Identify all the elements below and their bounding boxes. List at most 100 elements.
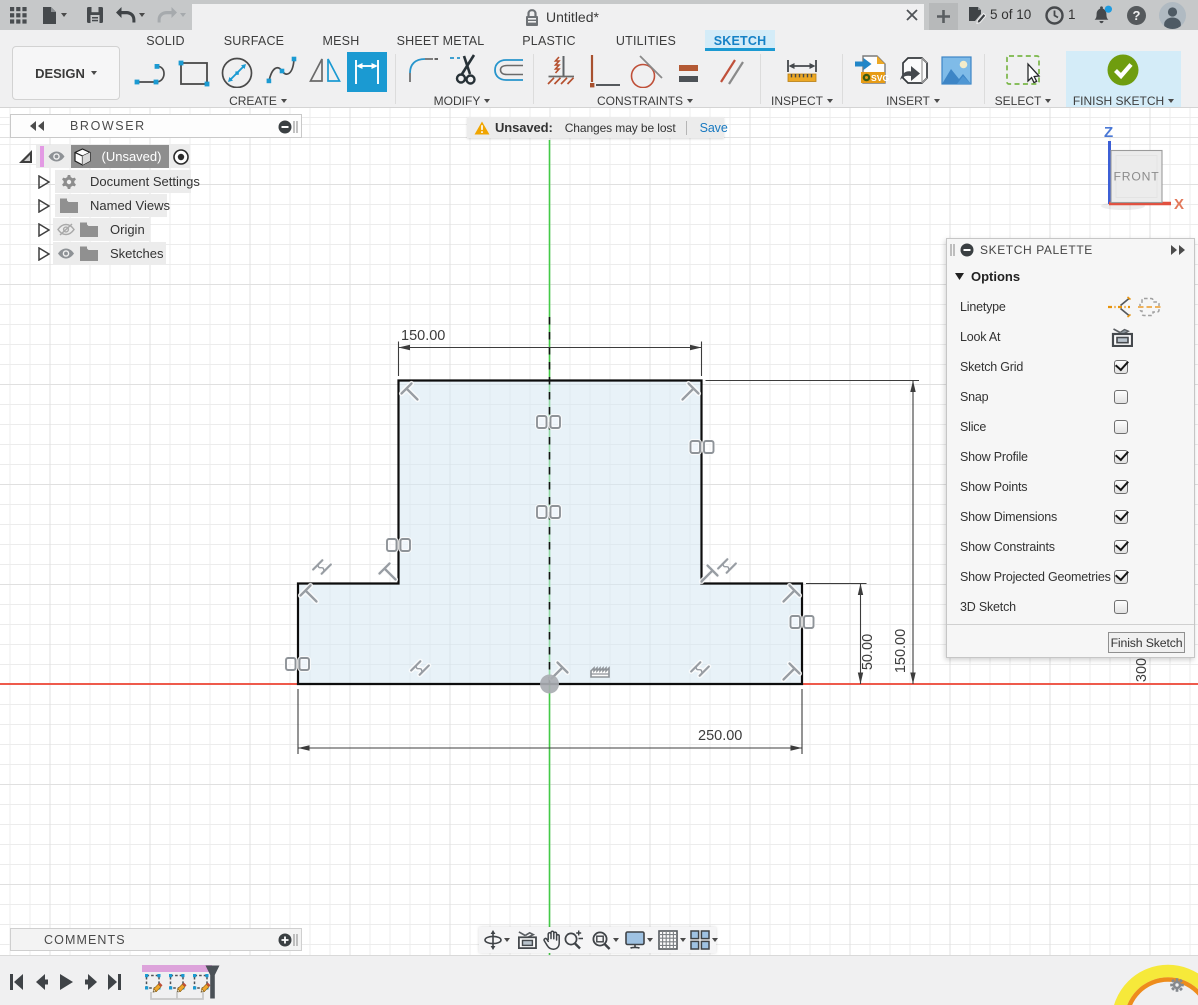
timeline-feature-sketch1[interactable] — [144, 973, 164, 993]
zoom-fit-icon[interactable] — [591, 930, 611, 950]
display-settings-caret[interactable] — [647, 938, 653, 942]
comments-panel-header[interactable]: COMMENTS — [10, 928, 302, 951]
look-at-view-icon[interactable] — [517, 931, 537, 949]
pan-hand-icon[interactable] — [543, 930, 560, 950]
timeline-feature-sketch2[interactable] — [168, 973, 188, 993]
dim-top-width-value[interactable]: 150.00 — [401, 328, 445, 344]
collapse-arrow-icon[interactable] — [38, 247, 50, 261]
group-finish-sketch[interactable]: FINISH SKETCH — [1066, 94, 1181, 108]
display-settings-icon[interactable] — [625, 930, 645, 950]
dimension-tool-icon[interactable] — [347, 52, 387, 92]
show-projected-geometries-checkbox[interactable] — [1114, 570, 1128, 584]
view-cube[interactable]: Z FRONT X — [1085, 109, 1198, 219]
vertical-horizontal-constraint-icon[interactable] — [586, 52, 622, 88]
fixed-constraint-icon[interactable] — [546, 52, 582, 88]
timeline-rollback-bar[interactable] — [142, 965, 212, 972]
collapse-arrow-icon[interactable] — [38, 175, 50, 189]
snap-checkbox[interactable] — [1114, 390, 1128, 404]
save-link[interactable]: Save — [700, 121, 728, 135]
options-section-header[interactable]: Options — [955, 269, 1020, 284]
construction-linetype-icon[interactable] — [1107, 296, 1131, 318]
tab-sketch[interactable]: SKETCH — [705, 30, 775, 51]
browser-item-document-settings[interactable]: Document Settings — [0, 170, 200, 193]
show-points-checkbox[interactable] — [1114, 480, 1128, 494]
file-menu-icon[interactable] — [40, 0, 58, 30]
collapse-panel-icon[interactable] — [29, 121, 45, 131]
trim-tool-icon[interactable] — [447, 52, 483, 88]
group-inspect[interactable]: INSPECT — [752, 94, 852, 108]
dim-step-height-value[interactable]: 50.00 — [860, 634, 876, 670]
panel-minimize-icon[interactable] — [278, 120, 292, 134]
show-profile-checkbox[interactable] — [1114, 450, 1128, 464]
browser-item-label[interactable]: Named Views — [90, 198, 170, 213]
palette-drag-handle[interactable] — [950, 244, 955, 256]
browser-item-label[interactable]: Origin — [110, 222, 145, 237]
offset-tool-icon[interactable] — [490, 52, 526, 88]
comments-drag-handle[interactable] — [293, 934, 298, 946]
visibility-eye-icon[interactable] — [57, 247, 75, 260]
collapse-arrow-icon[interactable] — [38, 199, 50, 213]
group-select[interactable]: SELECT — [973, 94, 1073, 108]
expand-arrow-icon[interactable] — [18, 149, 33, 164]
dim-total-height-value[interactable]: 150.00 — [893, 629, 909, 673]
dim-bottom-width-value[interactable]: 250.00 — [698, 728, 742, 744]
timeline-step-back-icon[interactable] — [35, 974, 49, 990]
undo-icon[interactable] — [113, 0, 137, 30]
avatar[interactable] — [1158, 0, 1186, 30]
browser-item-origin[interactable]: Origin — [0, 218, 145, 241]
timeline-step-forward-icon[interactable] — [84, 974, 98, 990]
dim-step-height[interactable] — [806, 584, 867, 685]
panel-drag-handle[interactable] — [293, 121, 298, 133]
view-cube-face-label[interactable]: FRONT — [1114, 169, 1160, 183]
finish-sketch-button[interactable]: Finish Sketch — [1108, 632, 1185, 653]
zoom-fit-caret[interactable] — [613, 938, 619, 942]
browser-item-sketches[interactable]: Sketches — [0, 242, 163, 265]
canvas-image-icon[interactable] — [938, 52, 974, 88]
decal-tool-icon[interactable] — [896, 52, 932, 88]
circle-tool-icon[interactable] — [219, 52, 255, 88]
browser-item-named-views[interactable]: Named Views — [0, 194, 170, 217]
sketch-palette-header[interactable]: SKETCH PALETTE — [947, 239, 1194, 261]
job-status-icon[interactable] — [967, 0, 987, 30]
browser-root-row[interactable]: (Unsaved) — [0, 145, 189, 168]
undo-caret[interactable] — [139, 13, 145, 17]
add-comment-icon[interactable] — [278, 933, 292, 947]
tab-solid[interactable]: SOLID — [143, 30, 188, 51]
collapse-arrow-icon[interactable] — [38, 223, 50, 237]
browser-item-label[interactable]: Document Settings — [90, 174, 200, 189]
select-tool-icon[interactable] — [1005, 52, 1041, 88]
palette-minimize-icon[interactable] — [960, 243, 974, 257]
save-icon[interactable] — [85, 0, 105, 30]
assistant-ring[interactable] — [1108, 940, 1198, 1005]
activate-radio-icon[interactable] — [173, 149, 189, 165]
document-tab[interactable]: Untitled* — [192, 4, 924, 30]
slice-checkbox[interactable] — [1114, 420, 1128, 434]
browser-item-label[interactable]: Sketches — [110, 246, 163, 261]
palette-expand-icon[interactable] — [1170, 245, 1186, 255]
grid-settings-caret[interactable] — [680, 938, 686, 942]
look-at-icon[interactable] — [1111, 327, 1133, 347]
show-constraints-checkbox[interactable] — [1114, 540, 1128, 554]
show-dimensions-checkbox[interactable] — [1114, 510, 1128, 524]
tab-surface[interactable]: SURFACE — [222, 30, 286, 51]
tab-close-icon[interactable] — [899, 0, 925, 30]
browser-panel-header[interactable]: BROWSER — [10, 114, 302, 138]
tab-utilities[interactable]: UTILITIES — [613, 30, 679, 51]
root-document-name[interactable]: (Unsaved) — [102, 149, 162, 164]
clock-icon[interactable] — [1044, 0, 1064, 30]
help-icon[interactable]: ? — [1126, 0, 1146, 30]
insert-svg-icon[interactable]: SVG — [855, 52, 891, 88]
group-modify[interactable]: MODIFY — [412, 94, 512, 108]
viewports-icon[interactable] — [690, 930, 710, 950]
projected-linetype-icon[interactable] — [1138, 297, 1162, 317]
tab-sheet-metal[interactable]: SHEET METAL — [398, 30, 483, 51]
new-tab-button[interactable] — [929, 3, 958, 30]
timeline-play-icon[interactable] — [60, 974, 73, 990]
group-constraints[interactable]: CONSTRAINTS — [585, 94, 705, 108]
notification-bell-icon[interactable] — [1092, 0, 1114, 30]
finish-sketch-icon[interactable] — [1105, 53, 1141, 89]
timeline-position-marker[interactable] — [205, 965, 220, 999]
visibility-eye-icon[interactable] — [48, 151, 65, 162]
design-workspace-button[interactable]: DESIGN — [12, 46, 120, 100]
rectangle-tool-icon[interactable] — [176, 52, 212, 88]
